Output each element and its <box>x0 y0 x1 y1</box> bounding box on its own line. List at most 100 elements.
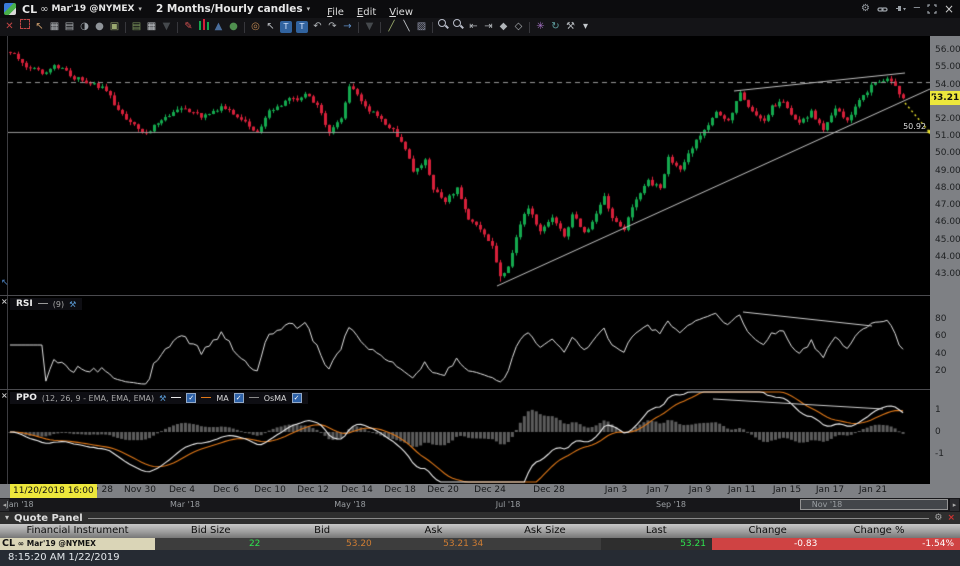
time-tick-label: Jan 17 <box>815 485 845 495</box>
expand-h-icon[interactable]: ◆ <box>496 19 511 35</box>
draw-pencil-icon[interactable]: ✎ <box>181 19 196 35</box>
time-tick-label: Dec 10 <box>254 485 286 495</box>
pie-icon[interactable]: ◑ <box>77 19 92 35</box>
channel-icon[interactable]: ▨ <box>414 19 429 35</box>
quote-cell-instrument[interactable]: CL ∞ Mar'19 @NYMEX <box>0 538 155 550</box>
jump-icon[interactable]: → <box>340 19 355 35</box>
ppo-close-icon[interactable]: × <box>1 392 8 400</box>
quote-cell-change[interactable]: -0.83 <box>711 538 824 550</box>
ppo-axis[interactable]: 1 0 -1 <box>930 390 960 484</box>
indicators-menu-icon[interactable]: ▼ <box>159 19 174 35</box>
candles-icon[interactable] <box>196 19 211 35</box>
quote-row[interactable]: CL ∞ Mar'19 @NYMEX 22 53.20 53.21 34 53.21 -0… <box>0 538 960 550</box>
snap-left-icon[interactable]: ⇤ <box>466 19 481 35</box>
price-chart-canvas[interactable] <box>8 36 930 296</box>
scroll-right-button[interactable]: ▸ <box>950 499 959 511</box>
timeframe-label[interactable]: 2 Months/Hourly candles <box>156 3 303 15</box>
rsi-close-icon[interactable]: × <box>1 298 8 306</box>
quote-cell-bid[interactable]: 53.20 <box>266 538 378 550</box>
menu-file[interactable]: File <box>327 7 344 18</box>
ppo-axis-label: 0 <box>935 427 941 437</box>
rsi-settings-icon[interactable]: ⚒ <box>69 300 76 309</box>
rsi-axis[interactable]: 80 60 40 20 <box>930 296 960 390</box>
panel-divider[interactable] <box>0 295 960 296</box>
trendline-icon[interactable]: ╱ <box>384 19 399 35</box>
redo-icon[interactable]: ↷ <box>325 19 340 35</box>
month-label: Mar '18 <box>169 500 201 509</box>
pointer-icon[interactable]: ↖ <box>32 19 47 35</box>
link-icon[interactable] <box>877 4 888 15</box>
time-tick-label: Jan 9 <box>688 485 712 495</box>
layers-icon[interactable]: ▤ <box>129 19 144 35</box>
line-tool-icon[interactable]: ╲ <box>399 19 414 35</box>
quote-collapse-icon[interactable]: ▾ <box>5 512 9 524</box>
crosshair-icon[interactable]: ◎ <box>248 19 263 35</box>
menu-view[interactable]: View <box>389 7 413 18</box>
grid-icon[interactable]: ▦ <box>47 19 62 35</box>
time-axis[interactable]: 11/20/2018 16:00 Nov 28 Nov 30 Dec 4 Dec 6D… <box>0 484 960 498</box>
quote-panel-header: ▾ Quote Panel ⚙ × <box>0 512 960 524</box>
quote-column-5[interactable]: Last <box>601 524 712 538</box>
snap-right-icon[interactable]: ⇥ <box>481 19 496 35</box>
settings-icon[interactable]: ⚙ <box>861 0 870 18</box>
ppo-chart-canvas[interactable] <box>8 390 930 484</box>
quote-cell-last[interactable]: 53.21 <box>600 538 712 550</box>
ppo-axis-label: 1 <box>935 405 941 415</box>
image-icon[interactable]: ▣ <box>107 19 122 35</box>
quote-close-icon[interactable]: × <box>947 512 955 524</box>
style-icon[interactable]: ✳ <box>533 19 548 35</box>
quote-column-6[interactable]: Change <box>712 524 823 538</box>
panel-divider[interactable] <box>0 389 960 390</box>
close-icon[interactable]: × <box>944 0 954 18</box>
rsi-chart-canvas[interactable] <box>8 296 930 390</box>
ppo-osma-checkbox[interactable]: ✓ <box>291 393 302 403</box>
more-dropdown-icon[interactable]: ▾ <box>578 19 593 35</box>
filter-icon[interactable]: ▼ <box>362 19 377 35</box>
refresh-icon[interactable]: ↻ <box>548 19 563 35</box>
ppo-checkbox[interactable]: ✓ <box>186 393 197 403</box>
text-label-icon[interactable]: T <box>280 21 292 33</box>
price-axis[interactable]: 57.0056.0055.0054.0053.0052.0051.0050.00… <box>930 36 960 296</box>
text-note-icon[interactable]: T <box>296 21 308 33</box>
time-tick-label: Jan 15 <box>772 485 802 495</box>
rsi-axis-label: 20 <box>935 366 947 376</box>
timeframe-dropdown-icon[interactable]: ▾ <box>307 5 311 13</box>
close-chart-icon[interactable]: ✕ <box>2 19 17 35</box>
app-icon[interactable] <box>4 3 16 15</box>
circle-icon[interactable]: ● <box>92 19 107 35</box>
select-region-icon[interactable] <box>17 19 32 35</box>
area-chart-icon[interactable]: ▲ <box>211 19 226 35</box>
quote-column-3[interactable]: Ask <box>378 524 489 538</box>
pin-icon[interactable] <box>895 4 907 15</box>
time-tick-label: Dec 18 <box>384 485 416 495</box>
quote-column-4[interactable]: Ask Size <box>489 524 600 538</box>
expand-v-icon[interactable]: ◇ <box>511 19 526 35</box>
quote-cell-bid-size[interactable]: 22 <box>155 538 267 550</box>
ppo-ma-checkbox[interactable]: ✓ <box>233 393 244 403</box>
zoom-in-icon[interactable] <box>436 19 451 35</box>
quote-column-2[interactable]: Bid <box>266 524 377 538</box>
undo-icon[interactable]: ↶ <box>310 19 325 35</box>
minimize-icon[interactable]: ─ <box>914 0 920 18</box>
ppo-settings-icon[interactable]: ⚒ <box>159 394 166 403</box>
ppo-title: PPO <box>16 393 37 403</box>
settings-wrench-icon[interactable]: ⚒ <box>563 19 578 35</box>
symbol-dropdown-icon[interactable]: ▾ <box>138 5 142 13</box>
quote-cell-ask-size[interactable] <box>489 538 601 550</box>
quote-column-7[interactable]: Change % <box>823 524 934 538</box>
zoom-out-icon[interactable] <box>451 19 466 35</box>
quote-settings-icon[interactable]: ⚙ <box>934 512 942 524</box>
quote-column-0[interactable]: Financial Instrument <box>0 524 155 538</box>
price-axis-label: 51.00 <box>935 131 960 142</box>
chart-scrollbar[interactable]: ◂ ▸ Jan '18 Mar '18 May '18 Jul '18 Sep '18 N… <box>0 498 960 512</box>
globe-icon[interactable]: ● <box>226 19 241 35</box>
quote-column-1[interactable]: Bid Size <box>155 524 266 538</box>
price-axis-label: 45.00 <box>935 234 960 245</box>
print-icon[interactable]: ▤ <box>62 19 77 35</box>
quote-cell-ask[interactable]: 53.21 34 <box>377 538 490 550</box>
menu-edit[interactable]: Edit <box>357 7 376 18</box>
quote-cell-change-pct[interactable]: -1.54% <box>823 538 960 550</box>
maximize-icon[interactable] <box>927 4 937 14</box>
layout-grid-icon[interactable]: ▦ <box>144 19 159 35</box>
measure-icon[interactable]: ↖ <box>263 19 278 35</box>
